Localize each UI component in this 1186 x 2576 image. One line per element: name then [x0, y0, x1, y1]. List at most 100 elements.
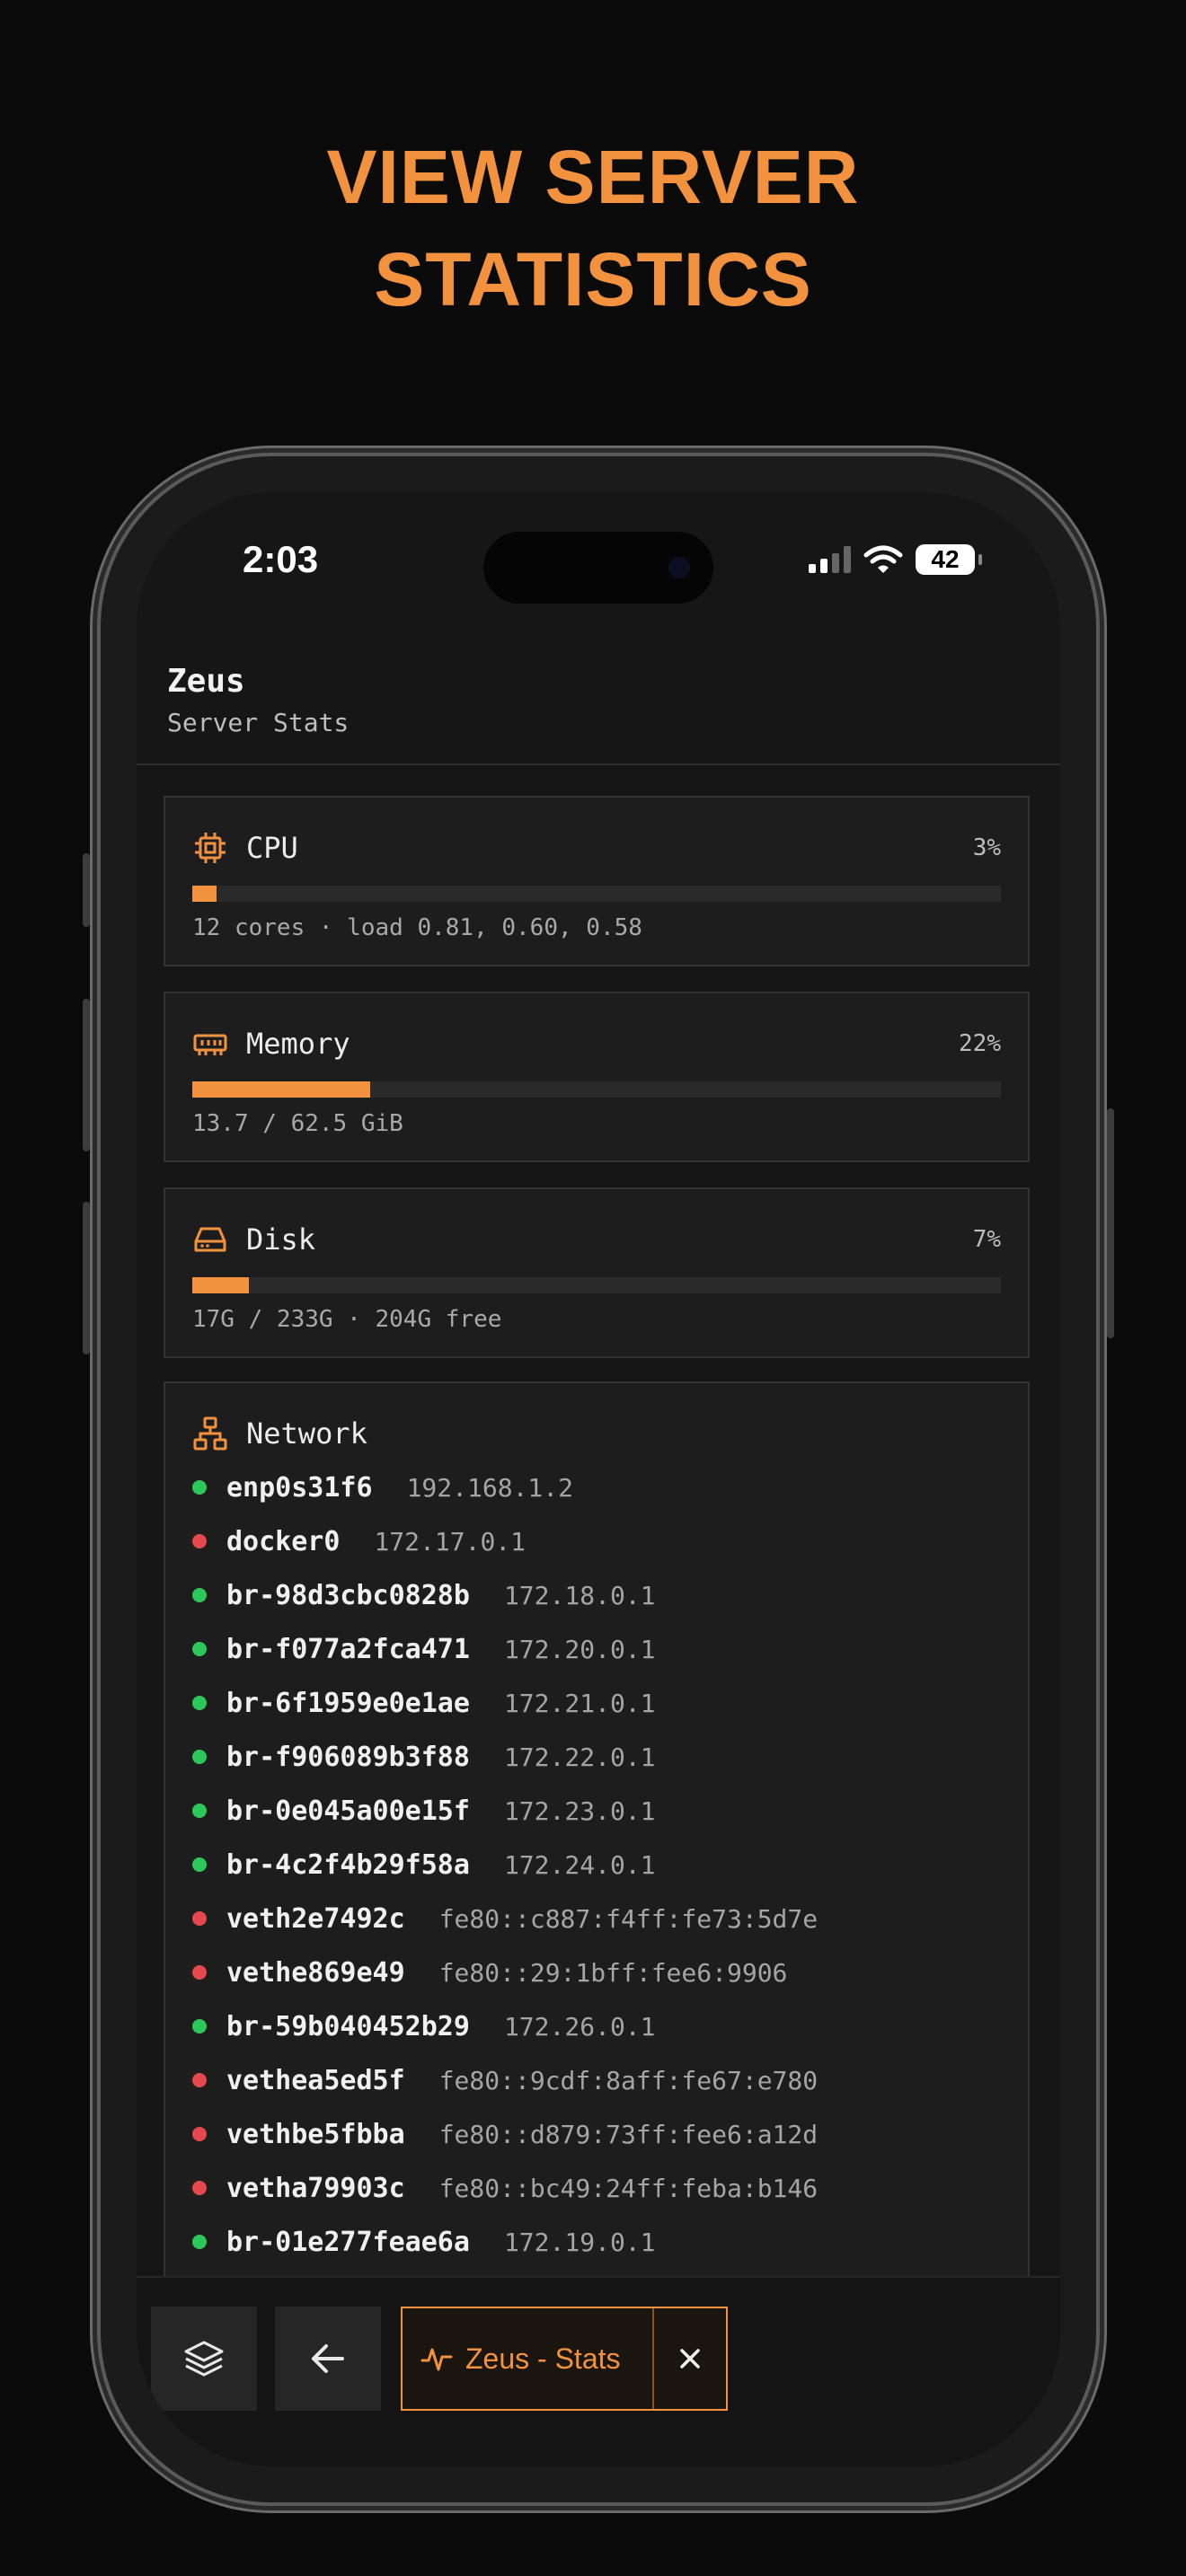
interface-address: fe80::d879:73ff:fee6:a12d [438, 2119, 819, 2149]
network-interface-row: vetha79903c fe80::bc49:24ff:feba:b146 [192, 2161, 818, 2215]
interface-status-dot [192, 1696, 207, 1710]
network-interface-row: br-4c2f4b29f58a 172.24.0.1 [192, 1838, 818, 1892]
headline: VIEW SERVER STATISTICS [0, 126, 1186, 331]
interface-status-dot [192, 1642, 207, 1656]
network-label: Network [246, 1416, 367, 1451]
interface-address: 172.22.0.1 [503, 1742, 656, 1772]
layers-icon [184, 2341, 224, 2377]
interface-address: 172.19.0.1 [503, 2227, 656, 2257]
interface-name: docker0 [226, 1525, 341, 1557]
memory-usage-bar [192, 1081, 1001, 1098]
interface-address: fe80::bc49:24ff:feba:b146 [438, 2173, 819, 2203]
network-interface-row: br-f906089b3f88 172.22.0.1 [192, 1730, 818, 1784]
disk-label: Disk [246, 1222, 316, 1257]
interface-status-dot [192, 2073, 207, 2087]
network-card: Network enp0s31f6 192.168.1.2 docker0 172.1… [164, 1381, 1030, 2316]
cellular-signal-icon [809, 546, 851, 573]
interface-name: br-0e045a00e15f [226, 1795, 470, 1827]
app-subtitle: Server Stats [167, 708, 350, 737]
activity-pulse-icon [420, 2348, 453, 2371]
disk-usage-fill [192, 1277, 249, 1293]
interface-status-dot [192, 1480, 207, 1495]
interface-address: 172.26.0.1 [503, 2011, 656, 2042]
interface-status-dot [192, 1911, 207, 1926]
network-interface-row: br-98d3cbc0828b 172.18.0.1 [192, 1568, 818, 1622]
interface-status-dot [192, 1965, 207, 1980]
interface-name: br-6f1959e0e1ae [226, 1687, 470, 1719]
status-icons: 42 [809, 537, 982, 582]
network-interface-row: vethbe5fbba fe80::d879:73ff:fee6:a12d [192, 2107, 818, 2161]
cpu-usage-bar [192, 886, 1001, 902]
interface-name: veth2e7492c [226, 1902, 405, 1935]
interface-address: fe80::c887:f4ff:fe73:5d7e [438, 1903, 819, 1934]
active-tab-label: Zeus - Stats [465, 2342, 621, 2375]
interface-address: 172.23.0.1 [503, 1795, 656, 1826]
interface-address: fe80::29:1bff:fee6:9906 [438, 1957, 788, 1988]
network-interface-list: enp0s31f6 192.168.1.2 docker0 172.17.0.1 br-… [192, 1460, 818, 2269]
app-title: Zeus [167, 663, 245, 700]
network-interface-row: docker0 172.17.0.1 [192, 1514, 818, 1568]
bottom-toolbar: Zeus - Stats [137, 2276, 1060, 2466]
disk-usage-bar [192, 1277, 1001, 1293]
network-interface-row: veth2e7492c fe80::c887:f4ff:fe73:5d7e [192, 1892, 818, 1945]
network-tree-icon [193, 1416, 227, 1451]
back-button[interactable] [275, 2307, 381, 2411]
network-interface-row: br-6f1959e0e1ae 172.21.0.1 [192, 1676, 818, 1730]
interface-name: enp0s31f6 [226, 1471, 373, 1504]
layers-button[interactable] [151, 2307, 257, 2411]
network-interface-row: br-01e277feae6a 172.19.0.1 [192, 2215, 818, 2269]
phone-frame: 2:03 42 Zeus Server Stats CPU 3% 12 core… [83, 456, 1114, 2502]
status-time: 2:03 [243, 538, 319, 580]
headline-line-2: STATISTICS [374, 237, 812, 322]
memory-label: Memory [246, 1027, 350, 1061]
active-tab-button[interactable]: Zeus - Stats [403, 2308, 654, 2409]
cpu-usage-fill [192, 886, 217, 902]
cpu-percent: 3% [972, 834, 1001, 861]
interface-address: 172.18.0.1 [503, 1580, 656, 1610]
active-tab: Zeus - Stats [401, 2307, 728, 2411]
cpu-chip-icon [195, 833, 226, 863]
header-divider [137, 763, 1060, 765]
close-icon [680, 2349, 700, 2369]
interface-status-dot [192, 2181, 207, 2195]
interface-status-dot [192, 1534, 207, 1548]
action-button [83, 853, 90, 927]
interface-status-dot [192, 1588, 207, 1602]
cpu-detail: 12 cores · load 0.81, 0.60, 0.58 [192, 914, 642, 941]
interface-name: br-59b040452b29 [226, 2010, 470, 2042]
interface-address: 172.20.0.1 [503, 1634, 656, 1664]
interface-name: br-f906089b3f88 [226, 1741, 470, 1773]
interface-name: vethbe5fbba [226, 2118, 405, 2150]
screen: 2:03 42 Zeus Server Stats CPU 3% 12 core… [137, 492, 1060, 2466]
disk-card: Disk 7% 17G / 233G · 204G free [164, 1187, 1030, 1358]
dynamic-island [483, 532, 713, 604]
disk-percent: 7% [972, 1226, 1001, 1253]
interface-status-dot [192, 2235, 207, 2249]
headline-line-1: VIEW SERVER [326, 135, 860, 219]
disk-drive-icon [194, 1227, 226, 1252]
interface-name: vethe869e49 [226, 1956, 405, 1989]
volume-up-button [83, 999, 90, 1151]
interface-status-dot [192, 1750, 207, 1764]
interface-status-dot [192, 1804, 207, 1818]
battery-icon: 42 [916, 544, 982, 575]
interface-name: br-01e277feae6a [226, 2226, 470, 2258]
interface-name: br-f077a2fca471 [226, 1633, 470, 1665]
memory-percent: 22% [959, 1030, 1001, 1057]
front-camera [668, 557, 690, 578]
close-tab-button[interactable] [654, 2308, 726, 2409]
interface-status-dot [192, 1857, 207, 1872]
cpu-label: CPU [246, 831, 298, 865]
interface-address: fe80::9cdf:8aff:fe67:e780 [438, 2065, 819, 2095]
interface-name: br-4c2f4b29f58a [226, 1848, 470, 1881]
network-interface-row: br-0e045a00e15f 172.23.0.1 [192, 1784, 818, 1838]
memory-detail: 13.7 / 62.5 GiB [192, 1110, 403, 1137]
interface-address: 172.24.0.1 [503, 1849, 656, 1880]
volume-down-button [83, 1202, 90, 1354]
arrow-left-icon [312, 2344, 344, 2373]
disk-detail: 17G / 233G · 204G free [192, 1306, 502, 1333]
interface-name: vetha79903c [226, 2172, 405, 2204]
interface-status-dot [192, 2127, 207, 2141]
network-interface-row: enp0s31f6 192.168.1.2 [192, 1460, 818, 1514]
interface-address: 192.168.1.2 [406, 1472, 573, 1503]
